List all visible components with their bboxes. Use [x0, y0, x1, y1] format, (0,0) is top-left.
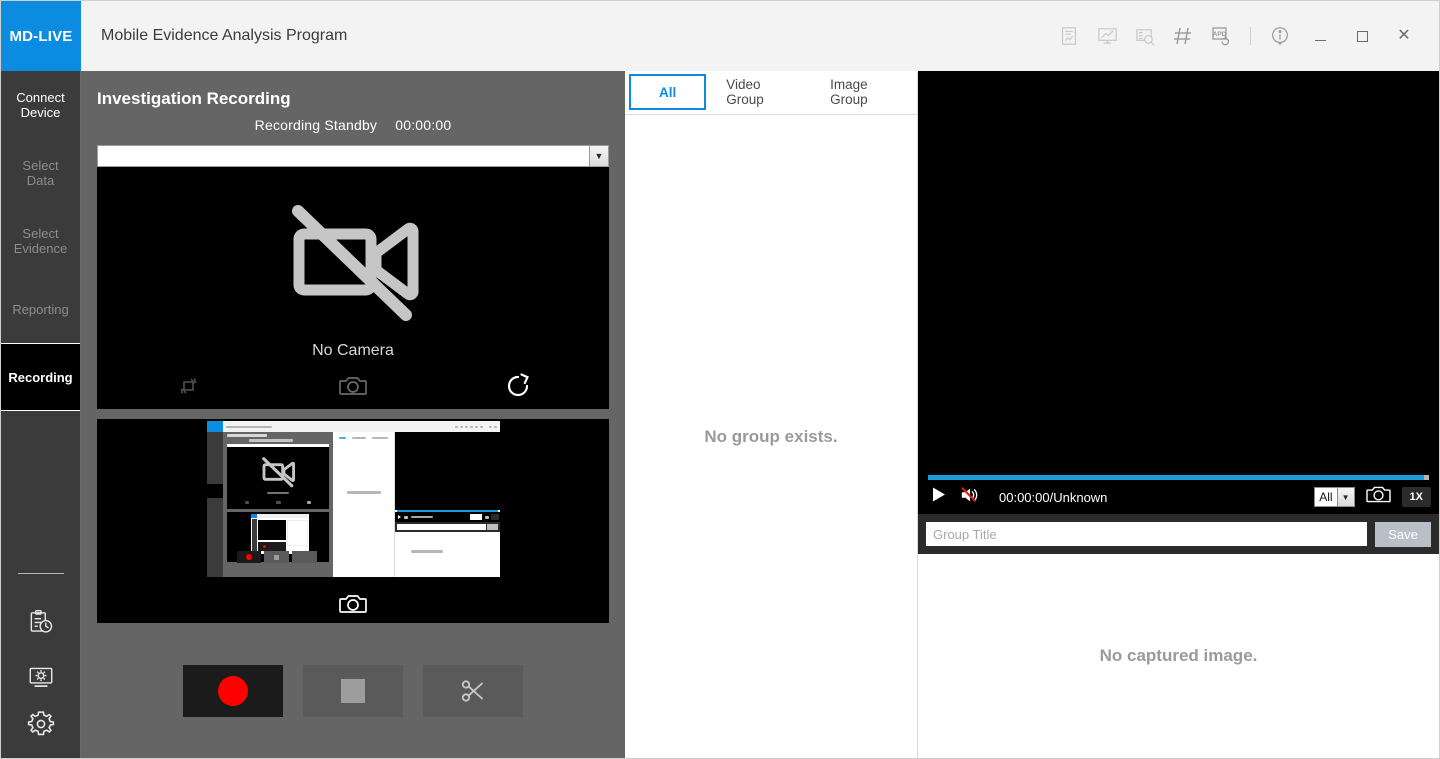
- player-left-controls: 00:00:00/Unknown: [930, 485, 1107, 510]
- sidebar-divider: [17, 573, 64, 574]
- player-panel: 00:00:00/Unknown All ▼ 1X Group Title Sa…: [918, 71, 1439, 758]
- camera-off-icon: [276, 197, 430, 332]
- recording-elapsed-time: 00:00:00: [395, 117, 452, 133]
- maximize-button[interactable]: [1341, 19, 1383, 53]
- screen-thumbnail-content: [206, 421, 500, 577]
- stop-square-icon: [341, 678, 365, 703]
- monitor-chart-icon[interactable]: [1090, 19, 1124, 53]
- sidebar-item-connect-device[interactable]: Connect Device: [1, 71, 80, 139]
- apd-refresh-icon[interactable]: APD: [1204, 19, 1238, 53]
- sidebar-item-select-data[interactable]: Select Data: [1, 139, 80, 207]
- sidebar-navigation: Connect Device Select Data Select Eviden…: [1, 71, 81, 758]
- seek-bar[interactable]: [928, 475, 1429, 480]
- player-filter-select[interactable]: All ▼: [1314, 487, 1355, 507]
- sidebar-item-label: Connect Device: [16, 90, 65, 120]
- title-bar: MD-LIVE Mobile Evidence Analysis Program: [1, 1, 1439, 71]
- app-title: Mobile Evidence Analysis Program: [101, 27, 348, 44]
- chevron-down-icon[interactable]: ▼: [589, 146, 608, 166]
- group-list-panel: All Video Group Image Group No group exi…: [625, 71, 918, 758]
- sidebar-item-label: Recording: [8, 369, 73, 385]
- sidebar-item-recording[interactable]: Recording: [1, 343, 80, 411]
- monitor-gear-icon[interactable]: [1, 650, 80, 704]
- sidebar-item-label: Reporting: [12, 301, 69, 317]
- titlebar-icon-group: APD ✕: [1050, 1, 1439, 71]
- info-icon[interactable]: [1263, 19, 1297, 53]
- report-chart-icon[interactable]: [1052, 19, 1086, 53]
- group-title-bar: Save: [918, 514, 1439, 554]
- recording-status: Recording Standby 00:00:00: [97, 117, 609, 133]
- recording-panel-title: Investigation Recording: [97, 89, 291, 108]
- application-window: MD-LIVE Mobile Evidence Analysis Program: [0, 0, 1440, 759]
- sidebar-item-reporting[interactable]: Reporting: [1, 275, 80, 343]
- stop-button[interactable]: [303, 664, 403, 717]
- playback-speed-button[interactable]: 1X: [1401, 487, 1431, 507]
- titlebar-divider: [1250, 27, 1251, 45]
- camera-capture-icon[interactable]: [336, 369, 370, 403]
- player-control-bar: 00:00:00/Unknown All ▼ 1X: [918, 480, 1439, 514]
- snapshot-button[interactable]: [1365, 483, 1392, 511]
- cut-button[interactable]: [423, 664, 523, 717]
- group-empty-message: No group exists.: [704, 426, 838, 446]
- player-time: 00:00:00/Unknown: [999, 489, 1108, 505]
- hash-icon[interactable]: [1166, 19, 1200, 53]
- group-tab-bar: All Video Group Image Group: [625, 71, 917, 115]
- screen-thumbnail[interactable]: [206, 421, 500, 577]
- tab-label: Video Group: [726, 77, 764, 107]
- recording-control-bar: [97, 623, 609, 758]
- refresh-icon[interactable]: [501, 369, 535, 403]
- recording-panel: Investigation Recording Recording Standb…: [81, 71, 625, 758]
- close-button[interactable]: ✕: [1383, 19, 1425, 53]
- group-title-input[interactable]: [926, 522, 1367, 546]
- rotate-icon[interactable]: [171, 369, 205, 403]
- list-search-icon[interactable]: [1128, 19, 1162, 53]
- tab-label: Image Group: [830, 77, 868, 107]
- captured-image-empty-message: No captured image.: [1099, 646, 1258, 665]
- tab-all[interactable]: All: [629, 74, 707, 110]
- sidebar-item-label: Select Evidence: [13, 226, 68, 256]
- screen-capture-preview: [97, 419, 609, 623]
- player-right-controls: All ▼ 1X: [1314, 483, 1431, 511]
- brand-logo: MD-LIVE: [1, 1, 81, 71]
- main-body: Connect Device Select Data Select Eviden…: [1, 71, 1439, 758]
- screen-capture-button[interactable]: [97, 591, 609, 617]
- minimize-button[interactable]: [1299, 19, 1341, 53]
- play-button[interactable]: [930, 486, 947, 508]
- volume-muted-icon[interactable]: [959, 485, 981, 510]
- tab-label: All: [659, 84, 677, 100]
- sidebar-item-label: Select Data: [22, 158, 59, 188]
- chevron-down-icon[interactable]: ▼: [1336, 488, 1354, 506]
- seek-bar-container: [918, 473, 1439, 480]
- record-button[interactable]: [183, 664, 283, 717]
- camera-empty-label: No Camera: [312, 342, 394, 359]
- player-filter-value: All: [1319, 490, 1333, 504]
- clipboard-clock-icon[interactable]: [1, 596, 80, 650]
- camera-source-value: [98, 146, 589, 166]
- seek-knob[interactable]: [1424, 475, 1429, 480]
- camera-source-select[interactable]: ▼: [97, 145, 609, 167]
- record-dot-icon: [218, 675, 248, 706]
- recording-status-label: Recording Standby: [254, 117, 378, 133]
- save-button[interactable]: Save: [1375, 521, 1431, 547]
- tab-image-group[interactable]: Image Group: [814, 74, 917, 110]
- camera-preview: No Camera: [97, 167, 609, 409]
- gear-icon[interactable]: [1, 704, 80, 758]
- tab-video-group[interactable]: Video Group: [710, 74, 810, 110]
- sidebar-item-select-evidence[interactable]: Select Evidence: [1, 207, 80, 275]
- camera-action-bar: [97, 369, 609, 403]
- video-stage[interactable]: [918, 71, 1439, 473]
